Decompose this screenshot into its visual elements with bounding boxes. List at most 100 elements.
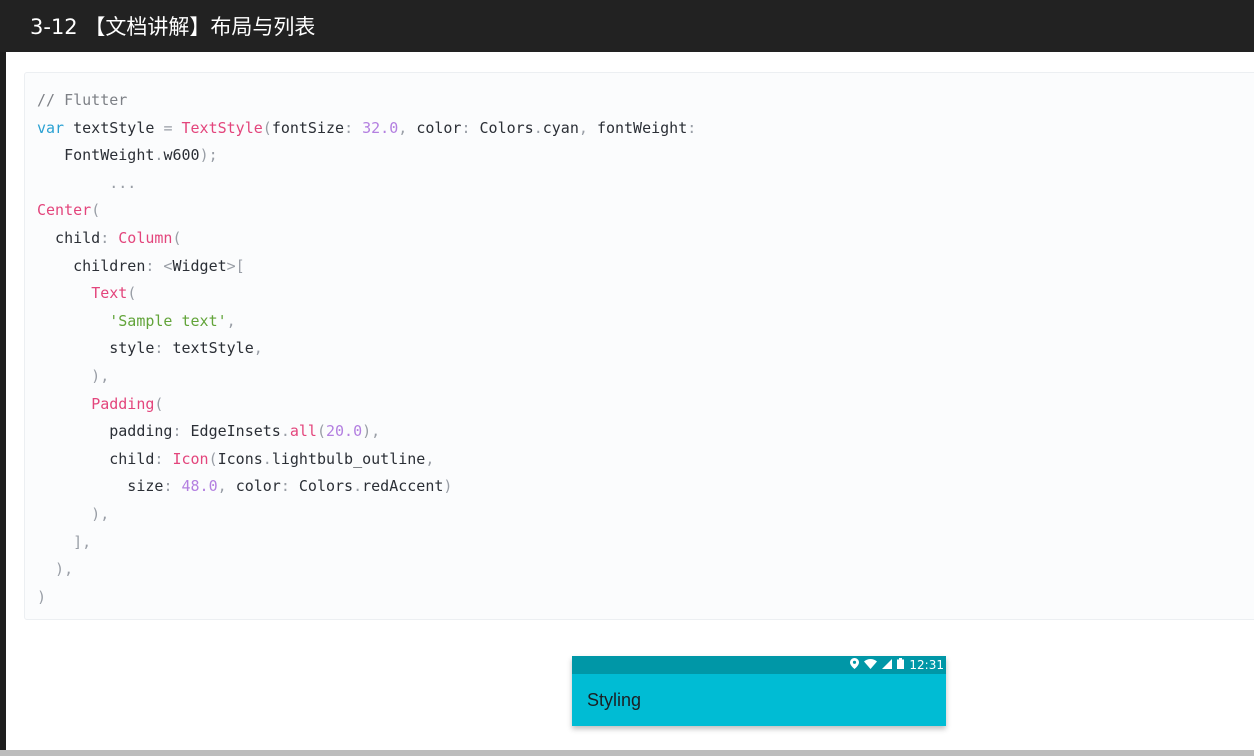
code-line: ),: [37, 363, 696, 391]
code-token: ): [443, 477, 453, 496]
code-line: Padding(: [37, 391, 696, 419]
code-token: Widget: [172, 256, 227, 275]
code-token: ],: [37, 532, 92, 551]
code-token: child: [37, 228, 101, 247]
top-bar: 3-12 【文档讲解】布局与列表: [0, 0, 1254, 52]
status-time: 12:31: [909, 658, 944, 672]
code-token: (: [172, 228, 182, 247]
code-line: ),: [37, 501, 696, 529]
location-icon: [850, 658, 860, 672]
code-token: >[: [226, 256, 245, 275]
code-token: ),: [362, 422, 381, 441]
page-title: 3-12 【文档讲解】布局与列表: [30, 15, 316, 39]
code-token: .: [262, 449, 272, 468]
code-token: fontSize: [271, 118, 345, 137]
code-token: 32.0: [362, 118, 399, 137]
code-token: FontWeight: [37, 146, 155, 165]
code-token: (: [262, 118, 272, 137]
code-token: var: [37, 118, 65, 137]
battery-icon: [897, 658, 905, 672]
code-token: ,: [425, 449, 435, 468]
code-token: (: [154, 394, 164, 413]
code-line: ),: [37, 556, 696, 584]
code-line: Center(: [37, 197, 696, 225]
code-line: child: Icon(Icons.lightbulb_outline,: [37, 446, 696, 474]
code-token: cyan: [542, 118, 579, 137]
code-token: padding: [37, 422, 173, 441]
code-token: Text: [91, 284, 128, 303]
code-token: ,: [226, 311, 236, 330]
code-token: :: [172, 422, 191, 441]
code-token: style: [37, 339, 155, 358]
code-token: Colors: [298, 477, 354, 496]
code-token: textStyle: [64, 118, 164, 137]
code-token: :: [100, 228, 119, 247]
signal-icon: [882, 658, 893, 672]
code-token: color: [416, 118, 462, 137]
status-bar: 12:31: [572, 656, 946, 674]
code-line: FontWeight.w600);: [37, 142, 696, 170]
code-token: ,: [217, 477, 236, 496]
code-token: (: [316, 422, 326, 441]
code-block: // Flutter var textStyle = TextStyle(font…: [24, 72, 1254, 620]
code-token: Padding: [91, 394, 155, 413]
code-token: ),: [37, 366, 110, 385]
code-token: (: [208, 449, 218, 468]
code-token: 48.0: [181, 477, 218, 496]
app-bar: Styling: [572, 674, 946, 726]
code-token: redAccent: [362, 477, 444, 496]
code-token: :: [163, 477, 182, 496]
code-line: 'Sample text',: [37, 308, 696, 336]
code-text: // Flutter var textStyle = TextStyle(font…: [37, 87, 696, 611]
code-token: Center: [37, 201, 92, 220]
code-line: ): [37, 584, 696, 612]
code-token: :: [154, 339, 173, 358]
phone-screenshot: 12:31 Styling: [572, 656, 946, 726]
code-token: .: [533, 118, 543, 137]
code-token: ...: [37, 173, 137, 192]
code-token: ),: [37, 504, 110, 523]
code-token: children: [37, 256, 146, 275]
code-token: w600: [163, 146, 200, 165]
code-token: Column: [118, 228, 173, 247]
wifi-icon: [864, 658, 878, 672]
code-line: // Flutter: [37, 87, 696, 115]
code-token: (: [91, 201, 101, 220]
code-token: EdgeInsets: [190, 422, 281, 441]
code-token: fontWeight: [596, 118, 688, 137]
code-line: ...: [37, 170, 696, 198]
code-token: child: [37, 449, 155, 468]
code-line: Text(: [37, 280, 696, 308]
code-token: Icon: [172, 449, 209, 468]
code-token: :: [461, 118, 480, 137]
app-title: Styling: [587, 689, 642, 710]
code-token: lightbulb_outline: [271, 449, 426, 468]
code-token: color: [235, 477, 281, 496]
code-token: ,: [578, 118, 597, 137]
code-token: TextStyle: [181, 118, 263, 137]
code-line: children: <Widget>[: [37, 253, 696, 281]
code-line: ],: [37, 529, 696, 557]
code-line: style: textStyle,: [37, 335, 696, 363]
content-area: // Flutter var textStyle = TextStyle(font…: [6, 52, 1254, 750]
code-line: padding: EdgeInsets.all(20.0),: [37, 418, 696, 446]
code-token: // Flutter: [37, 91, 128, 109]
code-token: 'Sample text': [109, 311, 227, 330]
code-token: ),: [37, 560, 74, 579]
code-token: (: [127, 284, 137, 303]
code-token: ,: [253, 339, 263, 358]
code-line: var textStyle = TextStyle(fontSize: 32.0…: [37, 115, 696, 143]
code-line: child: Column(: [37, 225, 696, 253]
code-line: size: 48.0, color: Colors.redAccent): [37, 473, 696, 501]
code-token: :: [154, 449, 173, 468]
code-token: textStyle: [172, 339, 254, 358]
code-token: );: [199, 146, 218, 165]
bottom-strip: [0, 750, 1254, 756]
code-token: : <: [145, 256, 173, 275]
code-token: size: [37, 477, 164, 496]
code-token: Icons: [217, 449, 263, 468]
